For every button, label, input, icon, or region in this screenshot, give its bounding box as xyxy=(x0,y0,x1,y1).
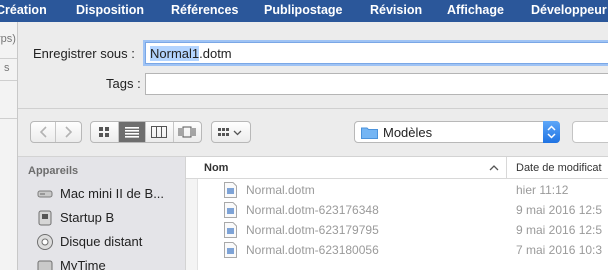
tab-developpeur[interactable]: Développeur xyxy=(531,3,607,17)
location-popup[interactable]: Modèles xyxy=(354,121,560,143)
sidebar-item-mac-mini[interactable]: Mac mini II de B... xyxy=(36,183,181,205)
file-row[interactable]: Normal.dotm hier 11:12 xyxy=(186,181,608,200)
sidebar-item-label: MyTime xyxy=(60,258,106,270)
background-document: rps) s xyxy=(0,22,18,270)
chevron-updown-icon xyxy=(547,125,556,139)
tab-publipostage[interactable]: Publipostage xyxy=(264,3,342,17)
sidebar-item-label: Startup B xyxy=(60,210,115,225)
tags-field[interactable] xyxy=(145,73,608,95)
sidebar: Appareils Mac mini II de B... Startup B … xyxy=(18,156,185,270)
column-view-icon xyxy=(151,126,168,138)
icon-view-button[interactable] xyxy=(91,122,119,142)
divider xyxy=(0,58,17,59)
location-label: Modèles xyxy=(383,125,433,140)
arrange-button[interactable] xyxy=(211,121,251,143)
nav-buttons xyxy=(30,121,82,143)
filename-extension: .dotm xyxy=(199,46,232,61)
sidebar-item-mytime[interactable]: MyTime xyxy=(36,255,181,270)
ribbon-tab-bar: Création Disposition Références Publipos… xyxy=(0,0,608,22)
divider xyxy=(506,157,507,179)
word-template-icon xyxy=(224,182,237,198)
arrange-icon xyxy=(218,128,242,136)
save-dialog: Enregistrer sous : Normal1.dotm Tags : M… xyxy=(18,22,608,270)
background-text-fragment: rps) xyxy=(0,33,16,45)
word-template-icon xyxy=(224,202,237,218)
chevron-left-icon xyxy=(39,126,47,138)
tags-label: Tags : xyxy=(106,76,141,91)
file-date: hier 11:12 xyxy=(516,183,569,197)
external-drive-icon xyxy=(37,260,53,270)
file-date: 7 mai 2016 10:3 xyxy=(516,243,603,257)
sidebar-item-label: Disque distant xyxy=(60,234,143,249)
sidebar-item-startup[interactable]: Startup B xyxy=(36,207,181,229)
file-date: 9 mai 2016 12:5 xyxy=(516,223,603,237)
arrange-menu[interactable] xyxy=(212,122,250,142)
divider xyxy=(0,80,17,81)
file-list: Nom Date de modificat Normal.dotm hier 1… xyxy=(185,156,608,270)
filename-field[interactable]: Normal1.dotm xyxy=(145,42,608,64)
list-view-button[interactable] xyxy=(118,122,146,142)
search-field[interactable] xyxy=(572,121,608,143)
hard-drive-icon xyxy=(38,210,52,226)
tab-references[interactable]: Références xyxy=(171,3,238,17)
back-button[interactable] xyxy=(31,122,57,142)
file-row[interactable]: Normal.dotm-623180056 7 mai 2016 10:3 xyxy=(186,241,608,260)
coverflow-view-icon xyxy=(178,126,196,138)
divider xyxy=(18,108,608,109)
icon-view-icon xyxy=(99,127,110,137)
coverflow-view-button[interactable] xyxy=(174,122,201,142)
tab-revision[interactable]: Révision xyxy=(370,3,422,17)
forward-button[interactable] xyxy=(56,122,81,142)
word-template-icon xyxy=(224,222,237,238)
file-name: Normal.dotm-623176348 xyxy=(246,203,379,217)
optical-disc-icon xyxy=(37,234,53,250)
file-row[interactable]: Normal.dotm-623179795 9 mai 2016 12:5 xyxy=(186,221,608,240)
folder-icon xyxy=(361,127,378,139)
save-as-label: Enregistrer sous : xyxy=(33,46,135,61)
file-name: Normal.dotm xyxy=(246,183,315,197)
chevron-right-icon xyxy=(65,126,73,138)
sidebar-item-label: Mac mini II de B... xyxy=(60,186,165,201)
file-date: 9 mai 2016 12:5 xyxy=(516,203,603,217)
sidebar-item-remote-disc[interactable]: Disque distant xyxy=(36,231,181,253)
tab-affichage[interactable]: Affichage xyxy=(447,3,504,17)
column-view-button[interactable] xyxy=(146,122,174,142)
file-row[interactable]: Normal.dotm-623176348 9 mai 2016 12:5 xyxy=(186,201,608,220)
tab-disposition[interactable]: Disposition xyxy=(76,3,144,17)
file-list-header: Nom Date de modificat xyxy=(186,157,608,179)
view-mode-control xyxy=(90,121,202,143)
sidebar-section-devices: Appareils xyxy=(28,165,79,177)
divider xyxy=(0,118,17,119)
filename-selected-text: Normal1 xyxy=(150,46,200,61)
tab-creation[interactable]: Création xyxy=(0,3,47,17)
background-text-fragment-2: s xyxy=(4,62,10,74)
column-header-name[interactable]: Nom xyxy=(204,162,228,174)
sort-ascending-icon[interactable] xyxy=(489,164,499,171)
file-name: Normal.dotm-623179795 xyxy=(246,223,379,237)
column-header-date[interactable]: Date de modificat xyxy=(516,162,602,174)
popup-stepper[interactable] xyxy=(543,121,560,143)
list-view-icon xyxy=(124,127,139,138)
file-name: Normal.dotm-623180056 xyxy=(246,243,379,257)
computer-icon xyxy=(37,190,53,198)
word-template-icon xyxy=(224,242,237,258)
